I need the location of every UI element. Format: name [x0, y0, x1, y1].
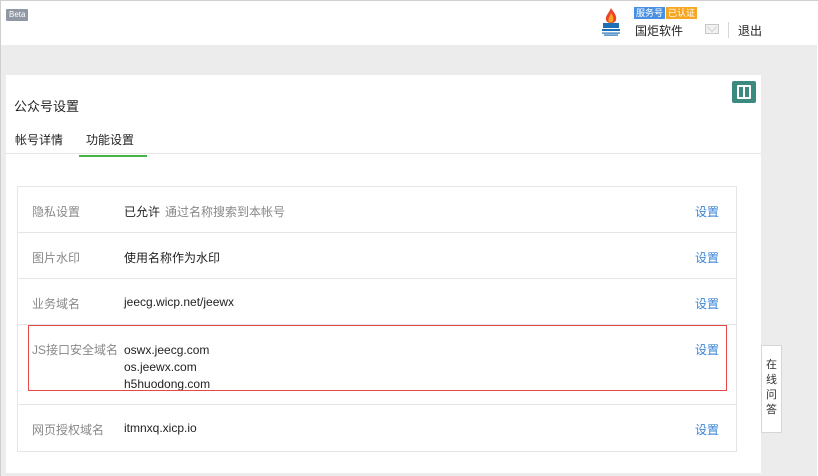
settings-row-oauth-domain: 网页授权域名 itmnxq.xicp.io 设置: [18, 405, 736, 451]
setting-value: jeecg.wicp.net/jeewx: [124, 295, 235, 309]
setting-label: 隐私设置: [32, 205, 81, 219]
account-name[interactable]: 国炬软件: [635, 22, 683, 39]
setting-value: itmnxq.xicp.io: [124, 421, 197, 435]
online-qa-button[interactable]: 在 线 问 答: [761, 345, 782, 433]
privacy-note: 通过名称搜索到本帐号: [165, 205, 286, 219]
tab-account-details[interactable]: 帐号详情: [15, 131, 63, 148]
privacy-status: 已允许: [124, 205, 161, 219]
mail-icon[interactable]: [705, 24, 719, 34]
business-domain-settings-link[interactable]: 设置: [695, 295, 719, 312]
beta-badge: Beta: [6, 9, 29, 21]
service-account-tag: 服务号: [634, 7, 666, 19]
settings-row-business-domain: 业务域名 jeecg.wicp.net/jeewx 设置: [18, 279, 736, 325]
setting-value: 使用名称作为水印: [124, 251, 221, 265]
setting-value: 已允许 通过名称搜索到本帐号: [124, 203, 285, 220]
setting-label: 业务域名: [32, 297, 81, 311]
privacy-settings-link[interactable]: 设置: [695, 203, 719, 220]
book-guide-icon[interactable]: [732, 81, 756, 103]
highlight-box: [28, 325, 727, 391]
chat-char: 在: [766, 359, 777, 371]
chat-char: 答: [766, 404, 777, 416]
setting-label: 图片水印: [32, 251, 81, 265]
settings-table: 隐私设置 已允许 通过名称搜索到本帐号 设置 图片水印 使用名称作为水印 设置 业…: [17, 186, 737, 452]
settings-row-watermark: 图片水印 使用名称作为水印 设置: [18, 233, 736, 279]
setting-label: 网页授权域名: [32, 423, 105, 437]
tab-bar: 帐号详情 功能设置: [6, 128, 761, 157]
watermark-settings-link[interactable]: 设置: [695, 249, 719, 266]
logout-link[interactable]: 退出: [738, 22, 762, 39]
tab-function-settings[interactable]: 功能设置: [78, 131, 148, 157]
divider: [728, 22, 729, 38]
chat-char: 问: [766, 389, 777, 401]
verified-tag: 已认证: [666, 7, 698, 19]
chat-char: 线: [766, 374, 777, 386]
page-title: 公众号设置: [14, 99, 80, 114]
oauth-domain-settings-link[interactable]: 设置: [695, 421, 719, 438]
settings-row-privacy: 隐私设置 已允许 通过名称搜索到本帐号 设置: [18, 187, 736, 233]
account-logo-icon: [602, 8, 620, 36]
